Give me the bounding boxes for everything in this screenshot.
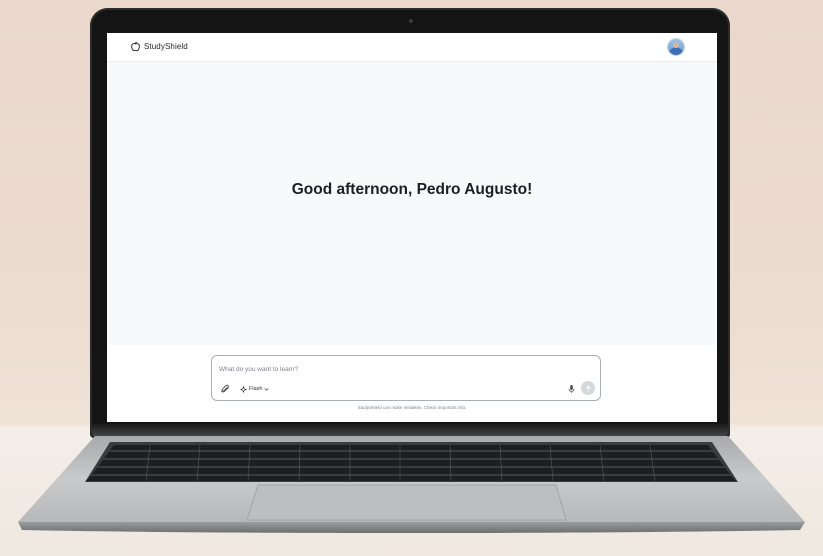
top-bar: StudyShield bbox=[107, 33, 717, 62]
disclaimer-text: StudyShield can make mistakes. Check imp… bbox=[357, 405, 467, 410]
composer-area: Flash StudyShield can make mistakes. Che… bbox=[107, 345, 717, 422]
model-label: Flash bbox=[249, 386, 263, 392]
apple-outline-icon bbox=[131, 41, 140, 52]
app-screen: StudyShield Good afternoon, Pedro August… bbox=[107, 33, 717, 422]
keyboard-deck bbox=[18, 436, 805, 533]
prompt-input[interactable] bbox=[219, 363, 579, 375]
prompt-composer: Flash bbox=[211, 355, 601, 401]
brand-name: StudyShield bbox=[144, 42, 188, 51]
send-button[interactable] bbox=[581, 381, 595, 395]
webcam bbox=[409, 19, 413, 23]
sparkle-icon bbox=[240, 385, 247, 393]
user-avatar[interactable] bbox=[667, 38, 685, 56]
paperclip-icon[interactable] bbox=[220, 384, 230, 394]
chevron-down-icon bbox=[264, 387, 269, 391]
brand-logo[interactable]: StudyShield bbox=[130, 41, 188, 52]
laptop-base bbox=[0, 430, 823, 540]
greeting-heading: Good afternoon, Pedro Augusto! bbox=[291, 181, 533, 198]
microphone-icon[interactable] bbox=[567, 384, 576, 394]
arrow-up-icon bbox=[585, 385, 591, 392]
model-selector[interactable]: Flash bbox=[240, 384, 269, 394]
